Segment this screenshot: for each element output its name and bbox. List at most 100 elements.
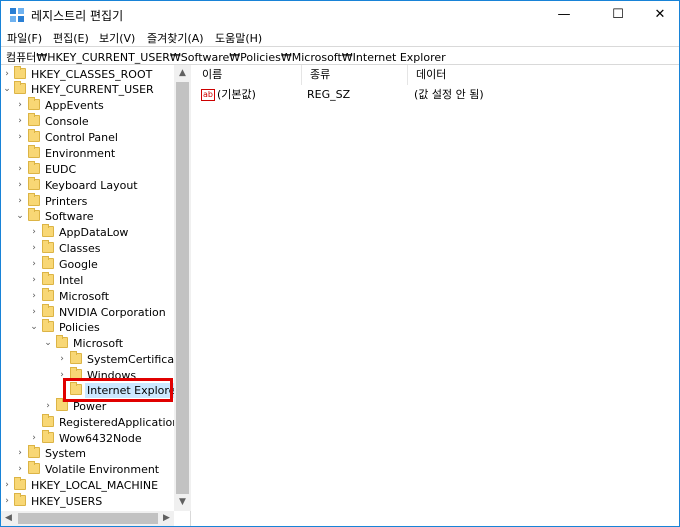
column-header-name[interactable]: 이름 <box>194 65 302 85</box>
chevron-right-icon[interactable]: › <box>15 194 25 209</box>
tree-item-label: Google <box>59 258 98 271</box>
folder-icon <box>14 66 26 79</box>
chevron-right-icon[interactable]: › <box>15 162 25 177</box>
tree-item-label: Printers <box>45 195 88 208</box>
chevron-right-icon[interactable]: › <box>15 178 25 193</box>
chevron-right-icon[interactable]: › <box>15 446 25 461</box>
tree-item-registeredapplications[interactable]: RegisteredApplications <box>1 414 185 430</box>
folder-icon <box>42 430 54 443</box>
tree-item-wow6432node[interactable]: › Wow6432Node <box>1 430 174 446</box>
chevron-right-icon[interactable]: › <box>43 399 53 414</box>
value-list: 이름 종류 데이터 ab (기본값) REG_SZ (값 설정 안 됨) <box>194 65 679 526</box>
chevron-right-icon[interactable]: › <box>29 289 39 304</box>
folder-icon <box>42 304 54 317</box>
minimize-button[interactable]: — <box>541 1 587 28</box>
tree-item-label: Volatile Environment <box>45 463 160 476</box>
menu-help[interactable]: 도움말(H) <box>215 30 262 46</box>
chevron-right-icon[interactable]: › <box>15 98 25 113</box>
folder-icon <box>42 256 54 269</box>
tree-horizontal-scrollbar[interactable]: ◀ ▶ <box>1 511 174 526</box>
chevron-right-icon[interactable]: › <box>29 305 39 320</box>
registry-tree: › HKEY_CLASSES_ROOT ⌄ HKEY_CURRENT_USER … <box>1 65 191 526</box>
tree-item-label: Wow6432Node <box>59 432 142 445</box>
chevron-right-icon[interactable]: › <box>2 494 12 509</box>
scrollbar-thumb[interactable] <box>176 82 189 494</box>
chevron-right-icon[interactable]: › <box>29 241 39 256</box>
tree-item-hkey-classes-root[interactable]: › HKEY_CLASSES_ROOT <box>1 66 174 82</box>
scroll-up-arrow-icon[interactable]: ▲ <box>174 65 191 82</box>
menu-file[interactable]: 파일(F) <box>7 30 42 46</box>
chevron-down-icon[interactable]: ⌄ <box>2 82 12 97</box>
title-bar[interactable]: 레지스트리 편집기 — ☐ ✕ <box>1 1 679 28</box>
tree-item-label: Intel <box>59 274 84 287</box>
tree-item-software[interactable]: ⌄ Software <box>1 208 174 224</box>
menu-favorites[interactable]: 즐겨찾기(A) <box>147 30 204 46</box>
window-title: 레지스트리 편집기 <box>31 9 124 23</box>
chevron-right-icon[interactable]: › <box>29 257 39 272</box>
tree-item-policies[interactable]: ⌄ Policies <box>1 319 174 335</box>
chevron-right-icon[interactable]: › <box>29 431 39 446</box>
tree-item-label: RegisteredApplications <box>59 416 185 429</box>
address-path[interactable]: 컴퓨터₩HKEY_CURRENT_USER₩Software₩Policies₩… <box>6 49 446 65</box>
tree-item-system[interactable]: › System <box>1 445 174 461</box>
chevron-right-icon[interactable]: › <box>2 478 12 493</box>
registry-editor-window: 레지스트리 편집기 — ☐ ✕ 파일(F) 편집(E) 보기(V) 즐겨찾기(A… <box>0 0 680 527</box>
column-header-type[interactable]: 종류 <box>302 65 408 85</box>
value-row[interactable]: ab (기본값) REG_SZ (값 설정 안 됨) <box>194 87 679 103</box>
tree-item-microsoft[interactable]: › Microsoft <box>1 288 174 304</box>
menu-edit[interactable]: 편집(E) <box>53 30 89 46</box>
folder-icon <box>14 493 26 506</box>
tree-item-policies-microsoft[interactable]: ⌄ Microsoft <box>1 335 174 351</box>
tree-item-label: Control Panel <box>45 131 118 144</box>
chevron-right-icon[interactable]: › <box>15 130 25 145</box>
scrollbar-thumb[interactable] <box>18 513 158 524</box>
tree-item-keyboard-layout[interactable]: › Keyboard Layout <box>1 177 174 193</box>
scroll-down-arrow-icon[interactable]: ▼ <box>174 494 191 511</box>
chevron-right-icon[interactable]: › <box>29 225 39 240</box>
menu-view[interactable]: 보기(V) <box>99 30 135 46</box>
tree-item-nvidia-corporation[interactable]: › NVIDIA Corporation <box>1 304 174 320</box>
chevron-right-icon[interactable]: › <box>2 67 12 82</box>
chevron-right-icon[interactable]: › <box>15 114 25 129</box>
tree-item-label: AppEvents <box>45 99 104 112</box>
tree-item-intel[interactable]: › Intel <box>1 272 174 288</box>
tree-item-label: Software <box>45 210 94 223</box>
scroll-left-arrow-icon[interactable]: ◀ <box>1 511 16 526</box>
tree-item-eudc[interactable]: › EUDC <box>1 161 174 177</box>
tree-item-appdatalow[interactable]: › AppDataLow <box>1 224 174 240</box>
tree-item-label: HKEY_LOCAL_MACHINE <box>31 479 159 492</box>
scroll-right-arrow-icon[interactable]: ▶ <box>159 511 174 526</box>
folder-icon <box>42 240 54 253</box>
tree-item-appevents[interactable]: › AppEvents <box>1 97 174 113</box>
folder-icon <box>28 97 40 110</box>
chevron-down-icon[interactable]: ⌄ <box>15 209 25 224</box>
tree-item-control-panel[interactable]: › Control Panel <box>1 129 174 145</box>
value-data: (값 설정 안 됨) <box>414 88 484 101</box>
tree-item-hkey-local-machine[interactable]: › HKEY_LOCAL_MACHINE <box>1 477 174 493</box>
tree-item-classes[interactable]: › Classes <box>1 240 174 256</box>
address-bar[interactable]: 컴퓨터₩HKEY_CURRENT_USER₩Software₩Policies₩… <box>1 46 679 65</box>
tree-item-volatile-environment[interactable]: › Volatile Environment <box>1 461 174 477</box>
tree-item-environment[interactable]: Environment <box>1 145 174 161</box>
registry-editor-icon <box>10 8 24 22</box>
chevron-right-icon[interactable]: › <box>29 273 39 288</box>
chevron-down-icon[interactable]: ⌄ <box>29 320 39 335</box>
menu-bar: 파일(F) 편집(E) 보기(V) 즐겨찾기(A) 도움말(H) <box>1 28 679 46</box>
chevron-right-icon[interactable]: › <box>57 352 67 367</box>
tree-item-google[interactable]: › Google <box>1 256 174 272</box>
tree-item-hkey-users[interactable]: › HKEY_USERS <box>1 493 174 509</box>
chevron-down-icon[interactable]: ⌄ <box>43 336 53 351</box>
tree-vertical-scrollbar[interactable]: ▲ ▼ <box>174 65 191 511</box>
tree-item-label: AppDataLow <box>59 226 129 239</box>
tree-item-printers[interactable]: › Printers <box>1 193 174 209</box>
maximize-button[interactable]: ☐ <box>595 1 641 28</box>
column-header-data[interactable]: 데이터 <box>408 65 658 85</box>
folder-icon <box>28 161 40 174</box>
chevron-right-icon[interactable]: › <box>15 462 25 477</box>
tree-item-label: Microsoft <box>59 290 110 303</box>
close-button[interactable]: ✕ <box>637 1 680 28</box>
tree-item-hkey-current-user[interactable]: ⌄ HKEY_CURRENT_USER <box>1 81 174 97</box>
tree-item-systemcertificates[interactable]: › SystemCertificates <box>1 351 190 367</box>
tree-item-console[interactable]: › Console <box>1 113 174 129</box>
folder-icon <box>42 272 54 285</box>
